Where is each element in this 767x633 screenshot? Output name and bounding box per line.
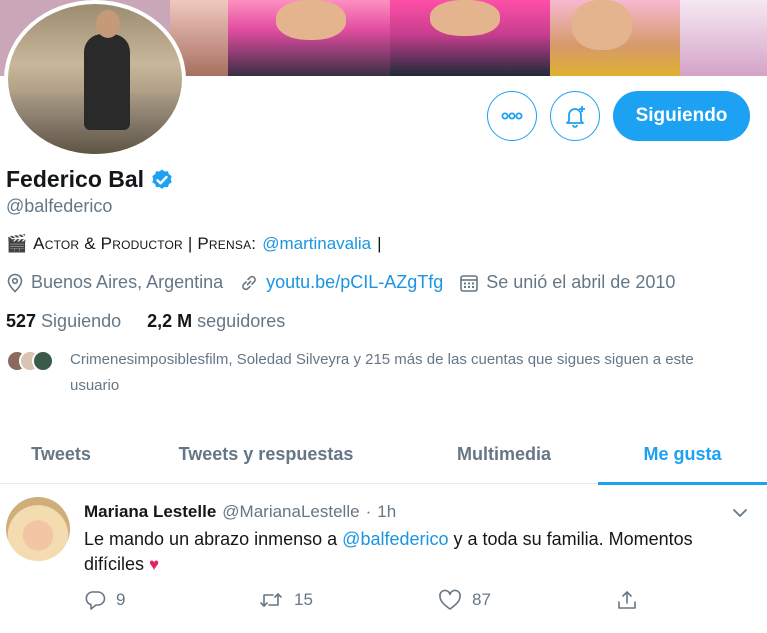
profile-name-row: Federico Bal	[6, 166, 174, 193]
following-label: Siguiendo	[41, 311, 122, 331]
notifications-button[interactable]	[550, 91, 600, 141]
reply-count: 9	[116, 590, 126, 609]
banner-segment	[680, 0, 767, 76]
following-stat[interactable]: 527 Siguiendo	[6, 311, 121, 332]
tweet-separator: ·	[365, 502, 372, 521]
more-options-button[interactable]	[487, 91, 537, 141]
banner-segment	[550, 0, 680, 76]
joined-item: Se unió el abril de 2010	[459, 272, 675, 293]
location-item: Buenos Aires, Argentina	[6, 272, 223, 293]
profile-meta: Buenos Aires, Argentina youtu.be/pCIL-AZ…	[6, 272, 691, 293]
retweet-button[interactable]: 15	[258, 589, 313, 611]
bio-suffix: |	[377, 234, 382, 253]
followers-count: 2,2 M	[147, 311, 193, 331]
tab-media[interactable]: Multimedia	[410, 424, 598, 484]
tweet-mention-link[interactable]: @balfederico	[342, 529, 448, 549]
website-item: youtu.be/pCIL-AZgTfg	[239, 272, 443, 293]
joined-text: Se unió el abril de 2010	[486, 272, 676, 292]
tab-tweets-replies[interactable]: Tweets y respuestas	[122, 424, 410, 484]
avatar-head	[96, 10, 120, 38]
location-text: Buenos Aires, Argentina	[31, 272, 224, 292]
calendar-icon	[460, 274, 479, 292]
tweet-text: Le mando un abrazo inmenso a @balfederic…	[84, 527, 754, 577]
bio-mention-link[interactable]: @martinavalia	[262, 234, 371, 254]
bio-text: Actor & Productor | Prensa:	[33, 234, 257, 253]
followers-label: seguidores	[197, 311, 286, 331]
followers-you-know[interactable]: Crimenesimposiblesfilm, Soledad Silveyra…	[6, 347, 746, 399]
followers-stat[interactable]: 2,2 Mseguidores	[147, 311, 285, 332]
location-pin-icon	[7, 273, 23, 293]
avatar	[32, 350, 54, 372]
tweet-handle[interactable]: @MarianaLestelle	[222, 502, 359, 522]
profile-avatar[interactable]	[4, 0, 186, 158]
chevron-down-icon[interactable]	[730, 503, 750, 523]
profile-handle: @balfederico	[6, 196, 113, 216]
following-count: 527	[6, 311, 37, 331]
retweet-icon	[260, 593, 282, 607]
tweet-header: Mariana Lestelle @MarianaLestelle · 1h	[84, 502, 396, 522]
tab-tweets[interactable]: Tweets	[0, 424, 122, 484]
profile-bio: 🎬 Actor & Productor | Prensa: @martinava…	[6, 234, 382, 254]
reply-icon	[85, 591, 106, 610]
tweet[interactable]: Mariana Lestelle @MarianaLestelle · 1h L…	[0, 485, 767, 633]
following-button[interactable]: Siguiendo	[613, 91, 750, 141]
more-dots-icon	[501, 112, 523, 120]
share-button[interactable]	[616, 589, 638, 611]
like-count: 87	[472, 590, 491, 609]
profile-tabs: Tweets Tweets y respuestas Multimedia Me…	[0, 424, 767, 485]
banner-segment	[228, 0, 390, 76]
share-icon	[618, 591, 636, 609]
website-link[interactable]: youtu.be/pCIL-AZgTfg	[266, 272, 443, 293]
tweet-author[interactable]: Mariana Lestelle	[84, 502, 216, 522]
heart-emoji-icon: ♥	[149, 555, 160, 574]
tweet-time[interactable]: 1h	[377, 502, 396, 522]
tab-likes[interactable]: Me gusta	[598, 424, 767, 485]
profile-stats: 527 Siguiendo 2,2 Mseguidores	[6, 311, 285, 332]
avatar[interactable]	[6, 497, 70, 561]
followers-you-know-text: Crimenesimposiblesfilm, Soledad Silveyra…	[70, 351, 694, 394]
avatar-figure	[84, 34, 130, 130]
profile-name: Federico Bal	[6, 166, 145, 192]
heart-icon	[439, 589, 461, 610]
retweet-count: 15	[294, 590, 313, 609]
like-button[interactable]: 87	[438, 589, 491, 611]
follower-avatars	[6, 347, 66, 373]
banner-face	[572, 0, 632, 50]
bell-plus-icon	[566, 106, 585, 128]
tweet-text-start: Le mando un abrazo inmenso a	[84, 529, 343, 549]
banner-segment	[390, 0, 550, 76]
banner-face	[430, 0, 500, 36]
banner-face	[276, 0, 346, 40]
clapper-emoji-icon: 🎬	[6, 234, 28, 253]
verified-badge-icon	[152, 169, 172, 189]
link-icon	[242, 275, 256, 290]
reply-button[interactable]: 9	[84, 589, 125, 611]
